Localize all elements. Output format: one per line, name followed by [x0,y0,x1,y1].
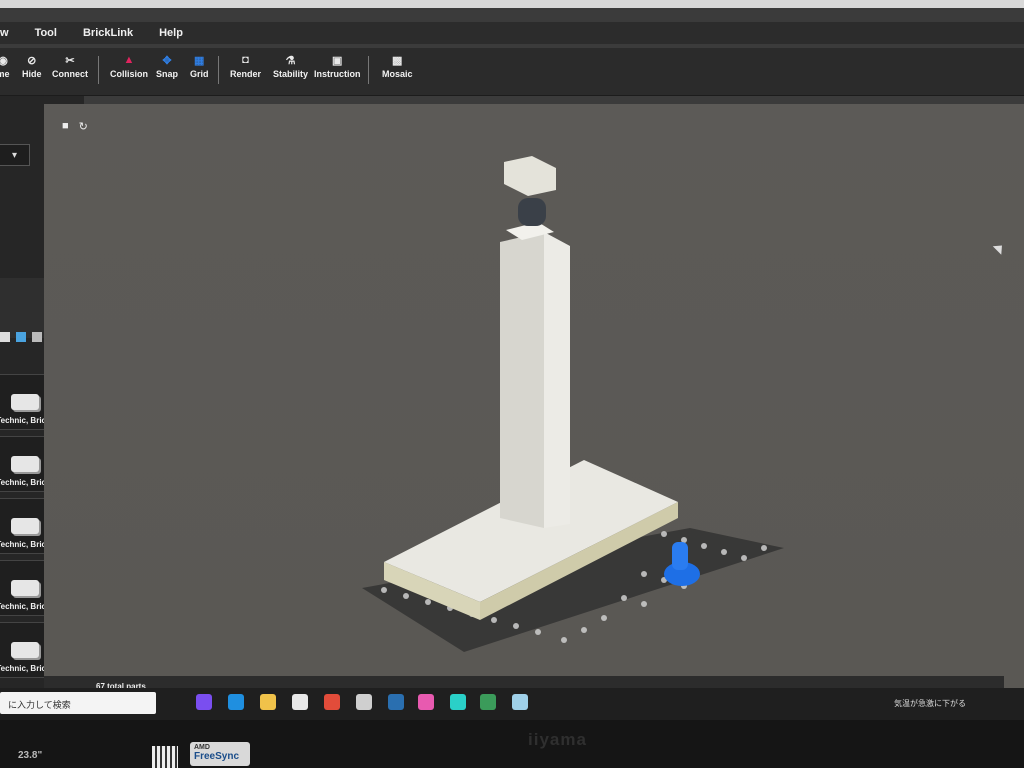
pillar-right [544,232,570,528]
collision-icon: ▲ [123,54,135,66]
brick-thumbnail [10,518,39,534]
menu-item-bricklink[interactable]: BrickLink [83,27,133,39]
screen-glare [0,0,1024,8]
tool-view-button[interactable]: ◉ me [0,54,10,80]
part-item[interactable]: Technic, Bric... [0,374,53,430]
hide-icon: ⊘ [27,54,37,67]
part-item[interactable]: Technic, Bric... [0,436,53,492]
blue-brick-top [672,542,688,570]
image-view-icon[interactable] [16,332,26,342]
lego-model[interactable] [44,104,1024,689]
windows-taskbar: に入力して検索 気温が急激に下がる [0,688,1024,720]
part-item[interactable]: Technic, Bric... [0,498,53,554]
edge-icon[interactable] [228,694,244,710]
list-view-icon[interactable] [0,332,10,342]
mail-icon[interactable] [356,694,372,710]
chevron-down-icon: ▾ [11,149,18,161]
menu-item-help[interactable]: Help [159,27,183,39]
tool-render-button[interactable]: ◘ Render [230,54,261,79]
tool-grid-button[interactable]: ▦ Grid [190,54,209,80]
part-item[interactable]: Technic, Bric... [0,622,53,678]
tool-mosaic-button[interactable]: ▩ Mosaic [382,54,413,80]
grid-view-icon[interactable] [32,332,42,342]
copilot-icon[interactable] [196,694,212,710]
freesync-sticker: AMD FreeSync [190,742,250,766]
mosaic-icon: ▩ [392,54,403,67]
snap-icon: ✥ [162,54,172,67]
eye-icon: ◉ [0,54,8,67]
store-icon[interactable] [292,694,308,710]
chrome-icon[interactable] [324,694,340,710]
app-icon[interactable] [512,694,528,710]
brick-thumbnail [10,642,39,658]
connect-icon: ✂ [65,54,75,67]
toolbar-separator [218,56,219,84]
folder-icon[interactable] [260,694,276,710]
brick-thumbnail [10,580,39,596]
view-mode-icons [0,332,42,342]
panel-header [0,278,50,338]
pillar-left [500,232,544,528]
part-item[interactable]: Technic, Bric... [0,560,53,616]
head-block [504,156,556,196]
palette-dropdown[interactable]: ▾ [0,144,30,166]
menu-item-tool[interactable]: Tool [35,27,57,39]
taskbar-search-input[interactable]: に入力して検索 [0,692,156,714]
menu-item-view[interactable]: w [0,27,9,39]
tool-stability-button[interactable]: ⚗ Stability [273,54,308,80]
head-joint [518,198,546,226]
tool-connect-button[interactable]: ✂ Connect [52,54,88,80]
toolbar-separator [368,56,369,84]
toolbar-separator [98,56,99,84]
brick-thumbnail [10,456,39,472]
toolbar: ◉ me ⊘ Hide ✂ Connect ▲ Collision ✥ Snap ▦ Gri… [0,48,1024,96]
brick-thumbnail [10,394,39,410]
tool-snap-button[interactable]: ✥ Snap [156,54,178,80]
stability-icon: ⚗ [285,54,296,67]
screen-size-label: 23.8" [18,750,43,761]
menu-bar: w Tool BrickLink Help [0,22,1024,44]
steam-icon[interactable] [388,694,404,710]
tool-instruction-button[interactable]: ▣ Instruction [314,54,361,80]
3d-viewport[interactable]: ■ ↻ [44,104,1024,689]
camera-icon: ◘ [242,54,249,66]
tool-hide-button[interactable]: ⊘ Hide [22,54,42,80]
app-icon[interactable] [418,694,434,710]
app-icon[interactable] [450,694,466,710]
tool-collision-button[interactable]: ▲ Collision [110,54,148,79]
qr-code [152,746,178,768]
grid-icon: ▦ [194,54,205,67]
instruction-icon: ▣ [332,54,343,67]
weather-text[interactable]: 気温が急激に下がる [894,698,966,709]
studio-icon[interactable] [480,694,496,710]
brand-logo: iiyama [528,730,587,749]
